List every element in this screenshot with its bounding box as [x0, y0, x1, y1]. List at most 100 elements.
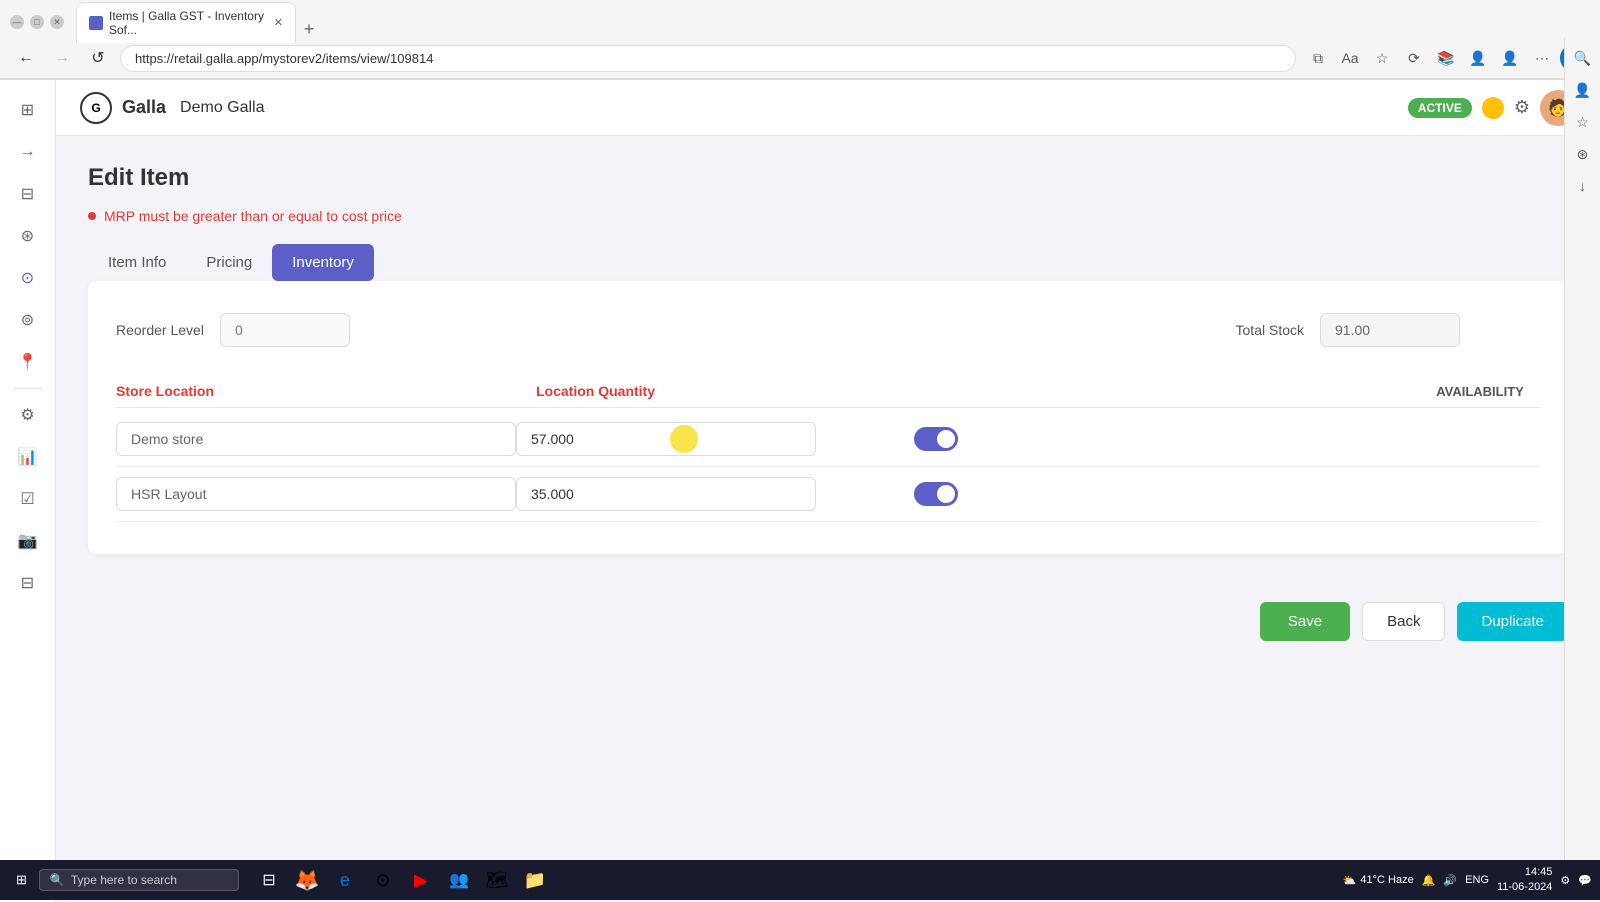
active-tab[interactable]: Items | Galla GST - Inventory Sof... ✕ [76, 2, 296, 43]
taskbar-search-placeholder: Type here to search [71, 873, 177, 887]
availability-toggle-1[interactable] [914, 427, 958, 451]
toolbar-icons: ⧉ Aa ☆ ⟳ 📚 👤 👤 ⋯ e [1304, 44, 1588, 72]
error-banner: MRP must be greater than or equal to cos… [88, 208, 1568, 224]
availability-header: AVAILABILITY [1420, 384, 1540, 399]
page-title: Edit Item [88, 164, 1568, 192]
availability-toggle-col-1 [876, 427, 996, 451]
duplicate-button[interactable]: Duplicate [1457, 602, 1568, 641]
taskbar-app-files[interactable]: 📁 [517, 865, 553, 895]
taskbar-clock: 14:45 [1497, 865, 1552, 880]
url-text: https://retail.galla.app/mystorev2/items… [135, 51, 433, 66]
taskbar-notifications-panel[interactable]: 💬 [1578, 874, 1592, 887]
inventory-table-header: Store Location Location Quantity AVAILAB… [116, 375, 1540, 408]
minimize-button[interactable]: — [10, 15, 24, 29]
toggle-slider-1 [914, 427, 958, 451]
browser-sync-icon[interactable]: ⟳ [1400, 44, 1428, 72]
browser-chrome: — □ ✕ Items | Galla GST - Inventory Sof.… [0, 0, 1600, 80]
inventory-form-card: Reorder Level Total Stock Store Location… [88, 281, 1568, 554]
sidebar-item-arrow[interactable]: → [10, 134, 46, 170]
taskbar-apps: ⊟ 🦊 e ⊙ ▶ 👥 🗺 📁 [251, 865, 553, 895]
save-button[interactable]: Save [1260, 602, 1350, 641]
store-location-header: Store Location [116, 383, 536, 399]
error-dot [88, 212, 96, 220]
rs-favorites-icon[interactable]: ☆ [1569, 108, 1597, 136]
taskbar-app-teams[interactable]: 👥 [441, 865, 477, 895]
reload-button[interactable]: ↺ [84, 44, 112, 72]
table-row [116, 412, 1540, 467]
sidebar-item-users[interactable]: ⊚ [10, 302, 46, 338]
app-wrapper: ⊞ → ⊟ ⊛ ⊙ ⊚ 📍 ⚙ 📊 ☑ 📷 ⊟ G Galla Demo Gal… [0, 80, 1600, 902]
sidebar-item-camera[interactable]: 📷 [10, 523, 46, 559]
sidebar-item-location[interactable]: 📍 [10, 344, 46, 380]
sidebar-item-folder[interactable]: ⊟ [10, 176, 46, 212]
tab-inventory[interactable]: Inventory [272, 244, 374, 281]
taskbar-settings-icon[interactable]: ⚙ [1560, 874, 1570, 887]
window-controls: — □ ✕ [10, 15, 64, 29]
rs-download-icon[interactable]: ↓ [1569, 172, 1597, 200]
taskbar-date: 11-06-2024 [1497, 880, 1552, 895]
tab-pricing[interactable]: Pricing [186, 244, 272, 281]
rs-search-icon[interactable]: 🔍 [1569, 44, 1597, 72]
sidebar-item-checklist[interactable]: ☑ [10, 481, 46, 517]
inventory-table: Store Location Location Quantity AVAILAB… [116, 375, 1540, 522]
total-stock-group: Total Stock [1236, 313, 1460, 347]
taskbar-app-firefox[interactable]: 🦊 [289, 865, 325, 895]
sidebar-item-reports[interactable]: 📊 [10, 439, 46, 475]
reorder-group: Reorder Level [116, 313, 350, 347]
store-location-input-2[interactable] [116, 477, 516, 511]
tab-item-info[interactable]: Item Info [88, 244, 186, 281]
taskbar-app-youtube[interactable]: ▶ [403, 865, 439, 895]
more-tools-icon[interactable]: 👤 [1464, 44, 1492, 72]
extensions-icon[interactable]: ⧉ [1304, 44, 1332, 72]
start-button[interactable]: ⊞ [8, 868, 35, 892]
rs-user-icon[interactable]: 👤 [1569, 76, 1597, 104]
availability-toggle-2[interactable] [914, 482, 958, 506]
reorder-level-label: Reorder Level [116, 322, 204, 338]
location-qty-input-2[interactable] [516, 477, 816, 511]
taskbar-time: 14:45 11-06-2024 [1497, 865, 1552, 896]
sidebar-item-dashboard[interactable]: ⊞ [10, 92, 46, 128]
topbar-right: ACTIVE ⚙ 🧑 [1408, 90, 1576, 126]
close-button[interactable]: ✕ [50, 15, 64, 29]
taskbar-app-edge[interactable]: e [327, 865, 363, 895]
taskbar-volume-icon[interactable]: 🔊 [1443, 874, 1457, 887]
sidebar-item-tags[interactable]: ⊛ [10, 218, 46, 254]
collections-icon[interactable]: 📚 [1432, 44, 1460, 72]
browser-menu-button[interactable]: ⋯ [1528, 44, 1556, 72]
location-qty-header: Location Quantity [536, 383, 1420, 399]
total-stock-input [1320, 313, 1460, 347]
address-bar[interactable]: https://retail.galla.app/mystorev2/items… [120, 45, 1296, 72]
rs-history-icon[interactable]: ⊛ [1569, 140, 1597, 168]
taskbar-notification-icon[interactable]: 🔔 [1422, 874, 1436, 887]
taskbar-app-chrome[interactable]: ⊙ [365, 865, 401, 895]
taskbar-right: ⛅ 41°C Haze 🔔 🔊 ENG 14:45 11-06-2024 ⚙ 💬 [1343, 865, 1592, 896]
system-icons: ⛅ 41°C Haze [1343, 874, 1414, 887]
brand-name: Galla [122, 97, 166, 118]
back-button[interactable]: Back [1362, 602, 1445, 641]
location-qty-input-1[interactable] [516, 422, 816, 456]
browser-reading-icon[interactable]: Aa [1336, 44, 1364, 72]
taskbar-search-box[interactable]: 🔍 Type here to search [39, 869, 239, 891]
active-badge: ACTIVE [1408, 98, 1472, 118]
taskbar-app-maps[interactable]: 🗺 [479, 865, 515, 895]
maximize-button[interactable]: □ [30, 15, 44, 29]
taskbar: ⊞ 🔍 Type here to search ⊟ 🦊 e ⊙ ▶ 👥 🗺 📁 … [0, 860, 1600, 900]
forward-nav-button[interactable]: → [48, 44, 76, 72]
sidebar-item-table[interactable]: ⊟ [10, 565, 46, 601]
tab-close-button[interactable]: ✕ [274, 16, 283, 29]
sidebar-item-items[interactable]: ⊙ [10, 260, 46, 296]
action-bar: Save Back Duplicate [56, 582, 1600, 661]
page-content: Edit Item MRP must be greater than or eq… [56, 136, 1600, 582]
reorder-level-input[interactable] [220, 313, 350, 347]
taskbar-app-taskview[interactable]: ⊟ [251, 865, 287, 895]
taskbar-lang: ENG [1465, 874, 1489, 886]
sidebar-item-settings[interactable]: ⚙ [10, 397, 46, 433]
store-location-input-1[interactable] [116, 422, 516, 456]
back-nav-button[interactable]: ← [12, 44, 40, 72]
new-tab-button[interactable]: + [296, 17, 322, 43]
notification-dot[interactable] [1482, 97, 1504, 119]
app-topbar: G Galla Demo Galla ACTIVE ⚙ 🧑 [56, 80, 1600, 136]
profile-button[interactable]: 👤 [1496, 44, 1524, 72]
settings-button[interactable]: ⚙ [1514, 97, 1530, 118]
favorites-icon[interactable]: ☆ [1368, 44, 1396, 72]
